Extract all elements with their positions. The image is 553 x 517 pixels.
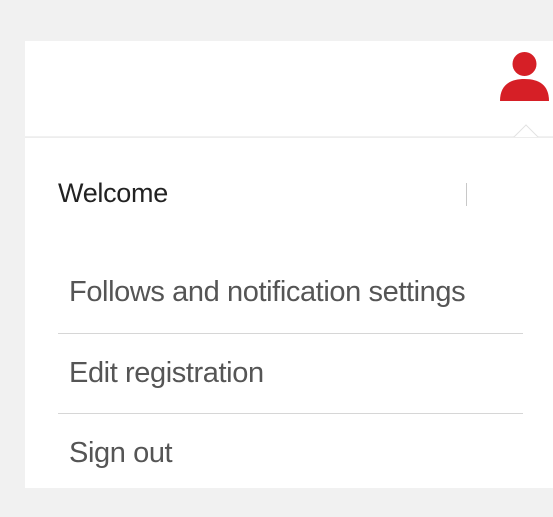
welcome-heading: Welcome (58, 178, 168, 208)
menu-item-label: Edit registration (69, 357, 264, 389)
menu-item-label: Sign out (69, 437, 173, 469)
header-bar (25, 41, 553, 136)
menu-divider (58, 333, 523, 334)
page-background: Welcome Follows and notification setting… (0, 0, 553, 517)
menu-item-follows-notification-settings[interactable]: Follows and notification settings (58, 276, 523, 309)
dropdown-caret-icon (513, 124, 539, 138)
menu-divider (58, 413, 523, 414)
welcome-divider (466, 183, 467, 206)
menu-item-label: Follows and notification settings (69, 276, 466, 308)
menu-item-sign-out[interactable]: Sign out (58, 437, 523, 470)
menu-item-edit-registration[interactable]: Edit registration (58, 357, 523, 390)
user-icon[interactable] (496, 52, 553, 102)
